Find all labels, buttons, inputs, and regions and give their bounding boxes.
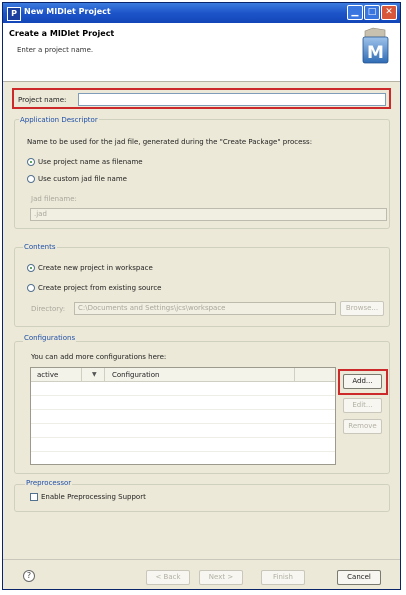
table-row xyxy=(31,451,335,452)
contents-label: Contents xyxy=(23,243,57,251)
create-new-project-label[interactable]: Create new project in workspace xyxy=(38,264,153,272)
table-row xyxy=(31,395,335,396)
jad-filename-label: Jad filename: xyxy=(31,195,77,203)
directory-input[interactable]: C:\Documents and Settings\jcs\workspace xyxy=(74,302,336,315)
configurations-table[interactable]: active ▼ Configuration xyxy=(30,367,336,465)
page-title: Create a MIDlet Project xyxy=(9,29,115,38)
back-button[interactable]: < Back xyxy=(146,570,190,585)
column-divider xyxy=(294,368,295,381)
wizard-header: Create a MIDlet Project Enter a project … xyxy=(3,23,400,82)
next-button[interactable]: Next > xyxy=(199,570,243,585)
add-configuration-button[interactable]: Add... xyxy=(343,374,382,389)
column-active[interactable]: active xyxy=(37,371,58,379)
maximize-button[interactable]: □ xyxy=(364,5,380,20)
jad-filename-input[interactable]: .jad xyxy=(30,208,387,221)
title-bar[interactable]: P New MIDlet Project ▁ □ ✕ xyxy=(3,3,400,23)
directory-label: Directory: xyxy=(31,305,66,313)
browse-button[interactable]: Browse... xyxy=(340,301,384,316)
table-row xyxy=(31,409,335,410)
window-title: New MIDlet Project xyxy=(24,7,111,16)
cancel-button[interactable]: Cancel xyxy=(337,570,381,585)
wizard-window: P New MIDlet Project ▁ □ ✕ Create a MIDl… xyxy=(2,2,401,590)
configurations-label: Configurations xyxy=(23,334,77,342)
app-icon: P xyxy=(7,7,21,21)
sort-arrow-icon[interactable]: ▼ xyxy=(92,371,97,378)
use-project-name-label[interactable]: Use project name as filename xyxy=(38,158,143,166)
midlet-logo-icon: M xyxy=(362,27,389,64)
column-divider xyxy=(81,368,82,381)
create-new-project-radio[interactable] xyxy=(27,264,35,272)
application-descriptor-label: Application Descriptor xyxy=(19,116,99,124)
enable-preprocessing-checkbox[interactable] xyxy=(30,493,38,501)
use-custom-jad-radio[interactable] xyxy=(27,175,35,183)
configurations-table-header: active ▼ Configuration xyxy=(31,368,335,382)
jad-description: Name to be used for the jad file, genera… xyxy=(27,138,313,146)
minimize-button[interactable]: ▁ xyxy=(347,5,363,20)
preprocessor-label: Preprocessor xyxy=(25,479,73,487)
remove-configuration-button[interactable]: Remove xyxy=(343,419,382,434)
table-row xyxy=(31,437,335,438)
use-custom-jad-label[interactable]: Use custom jad file name xyxy=(38,175,127,183)
help-icon[interactable]: ? xyxy=(23,570,35,582)
edit-configuration-button[interactable]: Edit... xyxy=(343,398,382,413)
create-from-existing-radio[interactable] xyxy=(27,284,35,292)
column-divider xyxy=(104,368,105,381)
table-row xyxy=(31,423,335,424)
close-button[interactable]: ✕ xyxy=(381,5,397,20)
enable-preprocessing-label[interactable]: Enable Preprocessing Support xyxy=(41,493,146,501)
use-project-name-radio[interactable] xyxy=(27,158,35,166)
footer-separator xyxy=(3,559,400,560)
page-subtitle: Enter a project name. xyxy=(17,46,94,54)
logo-letter: M xyxy=(367,43,384,63)
configurations-description: You can add more configurations here: xyxy=(31,353,167,361)
project-name-input[interactable] xyxy=(78,93,386,106)
finish-button[interactable]: Finish xyxy=(261,570,305,585)
project-name-label: Project name: xyxy=(18,96,67,104)
create-from-existing-label[interactable]: Create project from existing source xyxy=(38,284,161,292)
column-configuration[interactable]: Configuration xyxy=(112,371,159,379)
